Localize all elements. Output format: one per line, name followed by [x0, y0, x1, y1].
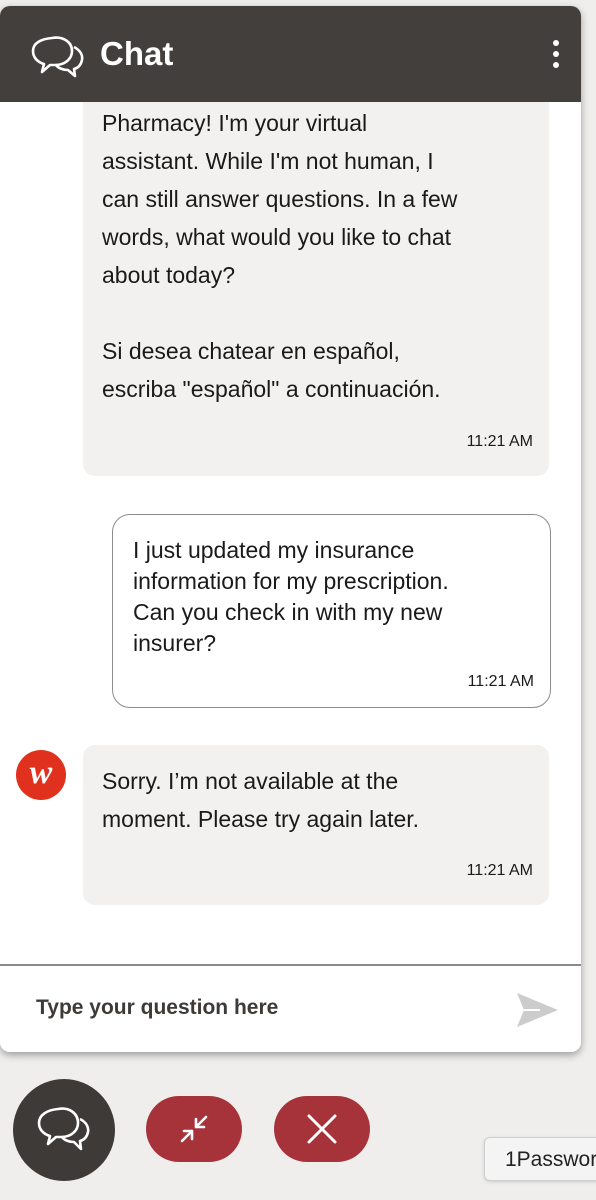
close-button[interactable] — [274, 1096, 370, 1162]
chat-bubbles-icon — [37, 1107, 90, 1151]
composer — [0, 966, 581, 1052]
close-icon — [307, 1114, 337, 1144]
bot-message: Pharmacy! I'm your virtual assistant. Wh… — [83, 46, 549, 476]
message-timestamp: 11:21 AM — [466, 433, 533, 450]
minimize-button[interactable] — [146, 1096, 242, 1162]
message-timestamp: 11:21 AM — [466, 862, 533, 879]
message-list[interactable]: Pharmacy! I'm your virtual assistant. Wh… — [0, 6, 581, 964]
bot-avatar: w — [16, 750, 66, 800]
message-text: Pharmacy! I'm your virtual assistant. Wh… — [102, 110, 458, 402]
chat-launcher-button[interactable] — [13, 1079, 115, 1181]
message-text: I just updated my insurance information … — [133, 537, 449, 656]
onepassword-tooltip[interactable]: 1Passwor — [484, 1137, 596, 1181]
chat-title: Chat — [100, 35, 174, 72]
minimize-arrows-icon — [180, 1115, 208, 1143]
question-input[interactable] — [22, 986, 492, 1030]
user-message: I just updated my insurance information … — [112, 514, 551, 708]
message-text: Sorry. I’m not available at the moment. … — [102, 768, 420, 832]
more-options-button[interactable] — [542, 36, 570, 72]
chat-window: Pharmacy! I'm your virtual assistant. Wh… — [0, 6, 581, 1052]
message-timestamp: 11:21 AM — [467, 673, 534, 690]
send-icon — [517, 993, 558, 1027]
send-button[interactable] — [514, 990, 560, 1030]
bot-message: Sorry. I’m not available at the moment. … — [83, 745, 549, 905]
chat-header: Chat — [0, 6, 581, 102]
chat-bubbles-icon — [30, 32, 86, 82]
